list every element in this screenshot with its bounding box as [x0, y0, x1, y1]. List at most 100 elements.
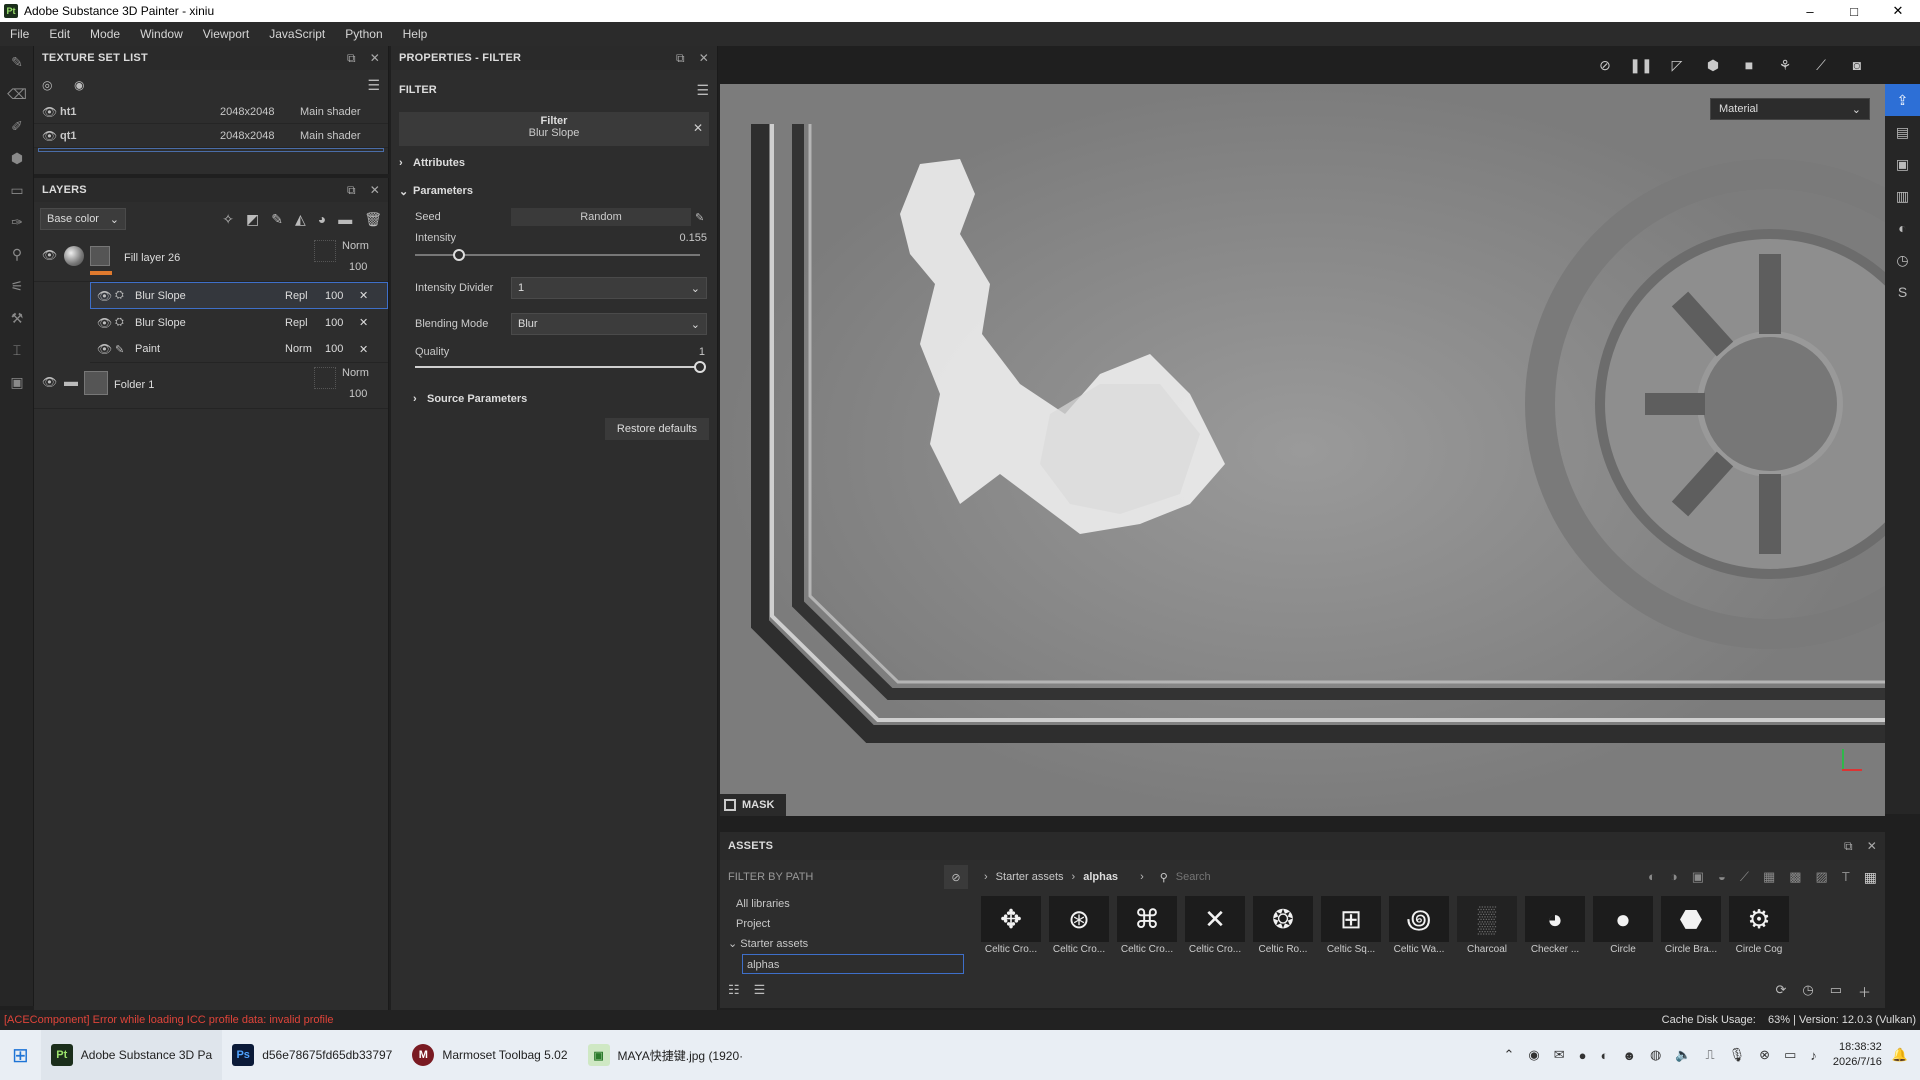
breadcrumb-alphas[interactable]: alphas	[1083, 871, 1118, 883]
panel-menu-icon[interactable]: ☰	[367, 77, 380, 94]
asset-tile[interactable]: ✕ Celtic Cro...	[1184, 896, 1246, 974]
layer-blend-mode[interactable]: Norm	[342, 240, 369, 252]
add-smart-material-icon[interactable]: ◕	[318, 211, 326, 227]
browser-icon[interactable]: ◍	[1650, 1047, 1661, 1063]
detail-view-icon[interactable]: ☰	[754, 982, 766, 998]
chevron-up-icon[interactable]: ⌃	[1503, 1047, 1514, 1063]
effect-blend[interactable]: Norm	[285, 343, 325, 355]
viewport[interactable]: Material ⌄	[720, 84, 1885, 816]
folder-opacity[interactable]: 100	[349, 388, 367, 400]
eye-icon[interactable]: 👁	[97, 342, 115, 356]
tree-alphas[interactable]: alphas	[742, 954, 964, 974]
grid-view-icon[interactable]: ▦	[1864, 869, 1877, 886]
menu-python[interactable]: Python	[335, 27, 392, 41]
layer-row[interactable]: 👁 Fill layer 26 Norm 100	[34, 236, 388, 282]
show-all-icon[interactable]: ◉	[74, 78, 92, 92]
close-panel-icon[interactable]: ✕	[699, 51, 709, 65]
asset-tile[interactable]: ⬣ Circle Bra...	[1660, 896, 1722, 974]
close-window-button[interactable]: ✕	[1876, 3, 1920, 19]
start-button[interactable]: ⊞	[0, 1030, 41, 1080]
texture-set-row[interactable]: 👁 qt1 2048x2048 Main shader	[34, 124, 388, 148]
measure-tool-icon[interactable]: ⌶	[0, 334, 34, 366]
blending-mode-select[interactable]: Blur ⌄	[511, 313, 707, 335]
texture-set-row[interactable]: 👁 ht1 2048x2048 Main shader	[34, 100, 388, 124]
eye-icon[interactable]: 👁	[42, 129, 60, 143]
symmetry-icon[interactable]: ⚘	[1767, 57, 1803, 74]
substance-icon[interactable]: S	[1885, 276, 1920, 308]
add-folder-icon[interactable]: ▬	[338, 211, 352, 227]
polygon-fill-tool-icon[interactable]: ▭	[0, 174, 34, 206]
qq-icon[interactable]: ☻	[1622, 1048, 1636, 1063]
tree-project[interactable]: Project	[728, 914, 970, 934]
clock[interactable]: 18:38:32 2026/7/16	[1833, 1040, 1882, 1070]
seed-button[interactable]: Random	[511, 208, 691, 226]
speaker-icon[interactable]: 🔈	[1675, 1047, 1691, 1063]
quality-track[interactable]	[415, 366, 700, 368]
intensity-divider-select[interactable]: 1 ⌄	[511, 277, 707, 299]
hide-icon[interactable]: ⊘	[1587, 57, 1623, 74]
eye-icon[interactable]: 👁	[42, 375, 60, 389]
refresh-icon[interactable]: ⟳	[1775, 982, 1786, 1001]
source-parameters-toggle[interactable]: › Source Parameters	[391, 386, 717, 412]
asset-tile[interactable]: ● Circle	[1592, 896, 1654, 974]
network-icon[interactable]: ▭	[1784, 1047, 1796, 1063]
menu-window[interactable]: Window	[130, 27, 193, 41]
asset-tile[interactable]: ⚙ Circle Cog	[1728, 896, 1790, 974]
asset-tile[interactable]: ❂ Celtic Ro...	[1252, 896, 1314, 974]
undock-icon[interactable]: ⧉	[1844, 839, 1853, 854]
history-icon[interactable]: ◷	[1885, 244, 1920, 276]
eye-icon[interactable]: 👁	[42, 105, 60, 119]
add-paint-layer-icon[interactable]: ✎	[271, 211, 283, 228]
undock-icon[interactable]: ⧉	[347, 183, 356, 198]
undock-icon[interactable]: ⧉	[676, 51, 685, 66]
restore-defaults-button[interactable]: Restore defaults	[604, 418, 709, 440]
layer-opacity[interactable]: 100	[349, 261, 367, 273]
app-tray-icon[interactable]: ◐	[1600, 1048, 1608, 1063]
steam-icon[interactable]: ◉	[1528, 1047, 1539, 1063]
projection-tool-icon[interactable]: ✐	[0, 110, 34, 142]
asset-search-input[interactable]	[1175, 871, 1516, 883]
remove-effect-icon[interactable]: ✕	[359, 289, 368, 302]
app-tray-icon[interactable]: ●	[1579, 1048, 1587, 1063]
effect-opacity[interactable]: 100	[325, 343, 359, 355]
effect-opacity[interactable]: 100	[325, 290, 359, 302]
volume-icon[interactable]: ♪	[1810, 1048, 1817, 1063]
viewport-mode-select[interactable]: Material ⌄	[1710, 98, 1870, 120]
undock-icon[interactable]: ⧉	[347, 51, 356, 66]
brush-mode-icon[interactable]: ⟋	[1803, 57, 1839, 74]
edit-seed-icon[interactable]: ✎	[695, 211, 704, 224]
paint-brush-tool-icon[interactable]: ✎	[0, 46, 34, 78]
camera-icon[interactable]: ■	[1731, 57, 1767, 73]
usb-icon[interactable]: ⎍	[1706, 1047, 1715, 1063]
menu-mode[interactable]: Mode	[80, 27, 130, 41]
minimize-button[interactable]: –	[1788, 4, 1832, 19]
menu-edit[interactable]: Edit	[39, 27, 80, 41]
asset-tile[interactable]: ⊞ Celtic Sq...	[1320, 896, 1382, 974]
display-settings-icon[interactable]: ▣	[1885, 148, 1920, 180]
effect-opacity[interactable]: 100	[325, 317, 359, 329]
folder-row[interactable]: 👁 ▬ Folder 1 Norm 100	[34, 363, 388, 409]
eye-icon[interactable]: 👁	[42, 248, 60, 262]
texture-set-settings-icon[interactable]: ▤	[1885, 116, 1920, 148]
tree-starter-assets[interactable]: ⌄ Starter assets	[728, 934, 970, 954]
list-view-icon[interactable]: ☷	[728, 982, 740, 998]
add-mask-icon[interactable]: ◩	[246, 211, 259, 228]
close-panel-icon[interactable]: ✕	[1867, 839, 1877, 853]
environment-icon[interactable]: ◐	[1885, 212, 1920, 244]
asset-tile[interactable]: ꩜ Celtic Wa...	[1388, 896, 1450, 974]
geometry-fill-tool-icon[interactable]: ⬢	[0, 142, 34, 174]
eye-icon[interactable]: 👁	[97, 289, 115, 303]
export-icon[interactable]: ⇪	[1885, 84, 1920, 116]
taskbar-app[interactable]: Pt Adobe Substance 3D Pa	[40, 1030, 223, 1080]
effect-row[interactable]: 👁 ✎ Paint Norm 100 ✕	[90, 336, 388, 363]
asset-type-filter-icons[interactable]: ◐◑▣◒⟋▦▩▨T	[1648, 869, 1864, 885]
intensity-value[interactable]: 0.155	[679, 232, 707, 244]
close-tray-icon[interactable]: ⊗	[1759, 1047, 1770, 1063]
path-tool-icon[interactable]: ⚒	[0, 302, 34, 334]
add-icon[interactable]: ＋	[1858, 982, 1871, 1001]
visibility-toggle-icon[interactable]: ◎	[42, 78, 60, 92]
delete-layer-icon[interactable]: 🗑	[364, 211, 382, 228]
close-panel-icon[interactable]: ✕	[370, 183, 380, 197]
eraser-tool-icon[interactable]: ⌫	[0, 78, 34, 110]
smudge-tool-icon[interactable]: ✑	[0, 206, 34, 238]
